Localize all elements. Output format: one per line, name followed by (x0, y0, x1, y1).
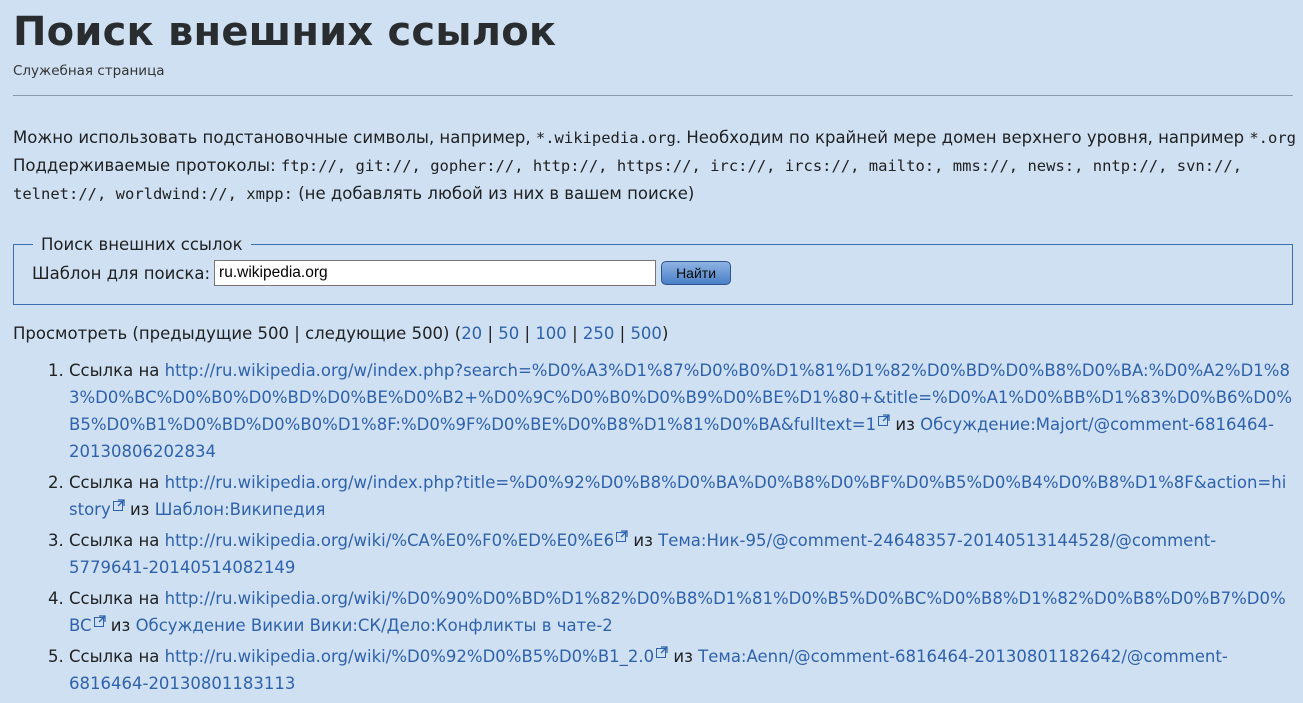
result-prefix: Ссылка на (69, 361, 165, 380)
limit-100-link[interactable]: 100 (535, 324, 567, 343)
intro-line-3: telnet://, worldwind://, xmpp: (не добав… (13, 180, 1293, 208)
wildcard-example: *.wikipedia.org (535, 129, 676, 147)
intro-line1-middle: . Необходим по крайней мере домен верхне… (675, 128, 1250, 147)
limit-separator: | (619, 324, 626, 343)
external-url-link[interactable]: http://ru.wikipedia.org/wiki/%CA%E0%F0%E… (165, 531, 614, 550)
intro-line1-prefix: Можно использовать подстановочные символ… (13, 128, 536, 147)
pagination-next: следующие 500) ( (299, 324, 462, 343)
page-subtitle: Служебная страница (13, 63, 165, 79)
page-title: Поиск внешних ссылок (13, 9, 557, 55)
protocols-list-2: telnet://, worldwind://, xmpp: (13, 185, 293, 203)
source-page-link[interactable]: Обсуждение Викии Вики:СК/Дело:Конфликты … (136, 616, 613, 635)
list-item: Ссылка на http://ru.wikipedia.org/wiki/%… (69, 643, 1293, 697)
limit-20-link[interactable]: 20 (461, 324, 482, 343)
tld-example: *.org (1249, 129, 1296, 147)
header-divider (13, 95, 1293, 96)
result-prefix: Ссылка на (69, 473, 165, 492)
protocols-label: Поддерживаемые протоколы: (13, 156, 281, 175)
external-link-icon (656, 646, 668, 658)
results-list: Ссылка на http://ru.wikipedia.org/w/inde… (13, 357, 1293, 697)
list-item: Ссылка на http://ru.wikipedia.org/w/inde… (69, 469, 1293, 523)
result-prefix: Ссылка на (69, 589, 165, 608)
search-fieldset: Поиск внешних ссылок Шаблон для поиска: … (13, 235, 1293, 305)
protocols-note: (не добавлять любой из них в вашем поиск… (292, 184, 695, 203)
result-from: из (105, 616, 136, 635)
list-item: Ссылка на http://ru.wikipedia.org/w/inde… (69, 357, 1293, 465)
intro-line-1: Можно использовать подстановочные символ… (13, 124, 1296, 152)
protocols-list-1: ftp://, git://, gopher://, http://, http… (280, 157, 1243, 175)
limit-250-link[interactable]: 250 (583, 324, 615, 343)
pagination-close: ) (661, 324, 669, 343)
result-from: из (890, 415, 921, 434)
search-input[interactable] (214, 260, 657, 286)
result-from: из (628, 531, 659, 550)
limit-separator: | (524, 324, 531, 343)
external-link-icon (616, 530, 628, 542)
result-prefix: Ссылка на (69, 531, 165, 550)
list-item: Ссылка на http://ru.wikipedia.org/wiki/%… (69, 585, 1293, 639)
intro-text: Можно использовать подстановочные символ… (13, 124, 1296, 208)
list-item: Ссылка на http://ru.wikipedia.org/wiki/%… (69, 527, 1293, 581)
result-from: из (124, 500, 155, 519)
limit-50-link[interactable]: 50 (498, 324, 519, 343)
pagination-bar: Просмотреть (предыдущие 500 | следующие … (13, 323, 1293, 345)
external-link-icon (93, 615, 106, 627)
limit-500-link[interactable]: 500 (630, 324, 662, 343)
find-button[interactable]: Найти (661, 261, 732, 285)
search-legend: Поиск внешних ссылок (41, 235, 243, 254)
external-link-icon (112, 499, 125, 511)
external-link-icon (878, 414, 890, 426)
search-label: Шаблон для поиска: (32, 263, 211, 283)
limit-separator: | (487, 324, 493, 343)
search-form-row: Шаблон для поиска: Найти (32, 260, 1274, 286)
page-content: Поиск внешних ссылок Служебная страница … (13, 0, 1296, 701)
intro-line-2: Поддерживаемые протоколы: ftp://, git://… (13, 152, 1293, 180)
source-page-link[interactable]: Шаблон:Википедия (155, 500, 326, 519)
result-from: из (668, 647, 699, 666)
external-url-link[interactable]: http://ru.wikipedia.org/wiki/%D0%92%D0%B… (165, 647, 655, 666)
pagination-prev: Просмотреть (предыдущие 500 (13, 324, 295, 343)
limit-separator: | (572, 324, 578, 343)
result-prefix: Ссылка на (69, 647, 165, 666)
